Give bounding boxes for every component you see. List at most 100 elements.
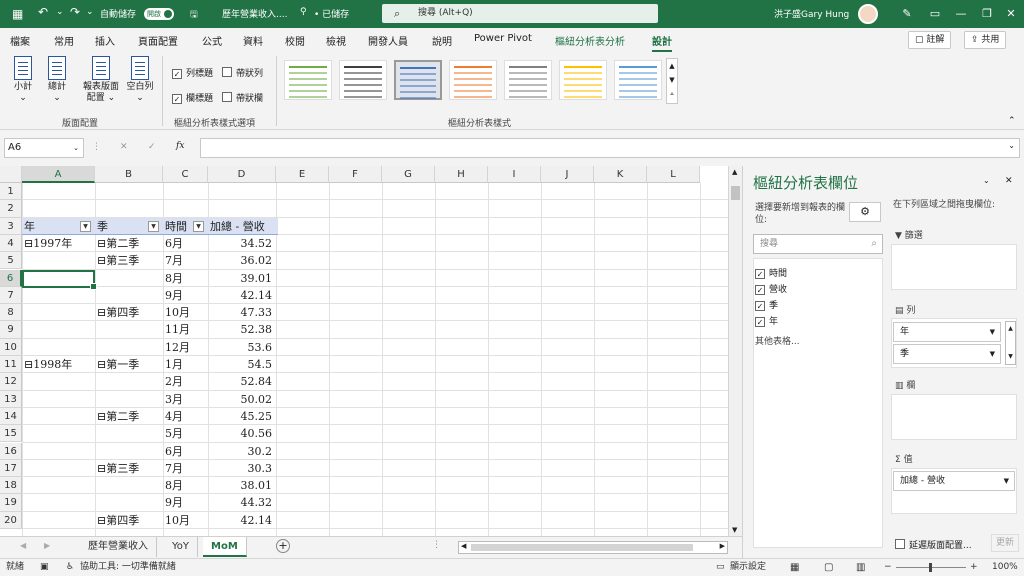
- defer-update-checkbox[interactable]: 延遲版面配置...: [895, 538, 972, 551]
- sheet-tab[interactable]: 歷年營業收入: [80, 537, 157, 557]
- sheet-tab[interactable]: YoY: [164, 537, 199, 557]
- tab-help[interactable]: 說明: [432, 33, 452, 48]
- zoom-out-icon[interactable]: −: [884, 559, 892, 576]
- pivot-cell[interactable]: 9月: [165, 494, 206, 511]
- select-all-corner[interactable]: [0, 166, 22, 183]
- column-header[interactable]: E: [276, 166, 329, 183]
- avatar[interactable]: [858, 4, 878, 24]
- gear-icon[interactable]: ⚙: [849, 202, 881, 222]
- display-settings[interactable]: 顯示設定: [730, 559, 766, 576]
- blank-rows-button[interactable]: 空白列 ⌄: [124, 56, 156, 104]
- pivot-cell[interactable]: ⊟第四季: [97, 304, 161, 321]
- row-header[interactable]: 6: [0, 269, 22, 287]
- row-header[interactable]: 16: [0, 442, 22, 460]
- row-header[interactable]: 12: [0, 373, 22, 391]
- accessibility-status[interactable]: 協助工具: 一切準備就緒: [80, 559, 176, 576]
- row-header[interactable]: 20: [0, 511, 22, 529]
- pivot-cell[interactable]: ⊟1998年: [24, 356, 93, 373]
- undo-dropdown-icon[interactable]: ⌄: [56, 7, 64, 17]
- row-header[interactable]: 3: [0, 217, 22, 235]
- filter-dropdown-icon[interactable]: ▼: [148, 220, 159, 232]
- pivot-cell[interactable]: ⊟第三季: [97, 252, 161, 269]
- tab-design[interactable]: 設計: [652, 33, 672, 52]
- pivot-cell[interactable]: 9月: [165, 287, 206, 304]
- column-header[interactable]: J: [541, 166, 594, 183]
- row-header[interactable]: 19: [0, 494, 22, 512]
- tab-developer[interactable]: 開發人員: [368, 33, 408, 48]
- tab-review[interactable]: 校閱: [285, 33, 305, 48]
- rows-field[interactable]: 年 ▼: [893, 322, 1001, 342]
- row-header[interactable]: 18: [0, 477, 22, 495]
- tab-pivot-analyze[interactable]: 樞紐分析表分析: [555, 33, 625, 48]
- add-sheet-icon[interactable]: +: [276, 539, 290, 553]
- pivot-style-swatch[interactable]: [614, 60, 662, 100]
- pivot-style-swatch[interactable]: [339, 60, 387, 100]
- prev-sheet-icon[interactable]: ◀: [20, 541, 26, 550]
- zoom-thumb[interactable]: [929, 563, 932, 572]
- accessibility-icon[interactable]: ♿: [66, 559, 74, 576]
- tab-power-pivot[interactable]: Power Pivot: [474, 33, 532, 44]
- sensitivity-icon[interactable]: ⚲: [300, 7, 307, 17]
- h-scroll-thumb[interactable]: [471, 544, 693, 551]
- column-header[interactable]: F: [329, 166, 382, 183]
- pivot-cell[interactable]: 40.56: [210, 425, 274, 442]
- filter-dropdown-icon[interactable]: ▼: [80, 220, 91, 232]
- row-header[interactable]: 9: [0, 321, 22, 339]
- pivot-cell[interactable]: 54.5: [210, 356, 274, 373]
- pivot-cell[interactable]: 5月: [165, 425, 206, 442]
- pivot-cell[interactable]: 52.38: [210, 321, 274, 338]
- filter-dropdown-icon[interactable]: ▼: [193, 220, 204, 232]
- redo-icon[interactable]: ↷: [70, 5, 80, 19]
- pivot-cell[interactable]: ⊟第三季: [97, 460, 161, 477]
- report-layout-button[interactable]: 報表版面 配置 ⌄: [80, 56, 122, 104]
- more-tables-link[interactable]: 其他表格...: [755, 334, 800, 347]
- rows-scroll[interactable]: ▲ ▼: [1005, 321, 1016, 365]
- customize-qat-icon[interactable]: ⌄: [86, 7, 94, 17]
- pivot-cell[interactable]: 36.02: [210, 252, 274, 269]
- row-header[interactable]: 4: [0, 234, 22, 253]
- row-header[interactable]: 7: [0, 286, 22, 305]
- pivot-cell[interactable]: 1月: [165, 356, 206, 373]
- minimize-button[interactable]: —: [950, 5, 972, 23]
- pivot-cell[interactable]: 4月: [165, 408, 206, 425]
- column-headers-checkbox[interactable]: ✓ 欄標題: [172, 91, 213, 104]
- row-header[interactable]: 5: [0, 252, 22, 270]
- pivot-cell[interactable]: 10月: [165, 304, 206, 321]
- scroll-right-icon[interactable]: ▶: [720, 542, 725, 550]
- pivot-cell[interactable]: 47.33: [210, 304, 274, 321]
- enter-icon[interactable]: ✓: [148, 142, 156, 152]
- rows-field[interactable]: 季 ▼: [893, 344, 1001, 364]
- worksheet-grid[interactable]: ABCDEFGHIJKL 1 2 3 4 5 6 7 8 9 10 11 12 13 14 15 16 17 18…: [0, 166, 728, 536]
- file-name[interactable]: 歷年營業收入....: [222, 7, 287, 20]
- collapse-ribbon-icon[interactable]: ⌃: [1008, 116, 1016, 126]
- tab-home[interactable]: 常用: [54, 33, 74, 48]
- column-header[interactable]: C: [163, 166, 208, 183]
- column-header[interactable]: A: [22, 166, 95, 183]
- pivot-style-swatch[interactable]: [284, 60, 332, 100]
- grand-totals-button[interactable]: 總計 ⌄: [44, 56, 70, 104]
- column-header[interactable]: G: [382, 166, 435, 183]
- row-header[interactable]: 2: [0, 200, 22, 218]
- pane-options-icon[interactable]: ⌄: [983, 176, 990, 185]
- scroll-down-icon[interactable]: ▼: [732, 526, 737, 534]
- tab-formulas[interactable]: 公式: [202, 33, 222, 48]
- row-header[interactable]: 14: [0, 407, 22, 426]
- pivot-cell[interactable]: ⊟1997年: [24, 235, 93, 252]
- pivot-cell[interactable]: 30.3: [210, 460, 274, 477]
- pivot-cell[interactable]: 45.25: [210, 408, 274, 425]
- pivot-cell[interactable]: 7月: [165, 460, 206, 477]
- row-header[interactable]: 1: [0, 183, 22, 201]
- share-button[interactable]: ⇪ 共用: [964, 31, 1007, 49]
- page-layout-view-icon[interactable]: ▢: [824, 559, 833, 576]
- column-header[interactable]: B: [95, 166, 163, 183]
- pane-close-icon[interactable]: ✕: [1005, 176, 1013, 186]
- banded-rows-checkbox[interactable]: 帶狀列: [222, 66, 263, 79]
- pivot-cell[interactable]: 2月: [165, 373, 206, 390]
- pivot-cell[interactable]: 52.84: [210, 373, 274, 390]
- tab-page-layout[interactable]: 頁面配置: [138, 33, 178, 48]
- field-search-input[interactable]: 搜尋 ⌕: [753, 234, 883, 254]
- columns-area[interactable]: [891, 394, 1017, 440]
- row-header[interactable]: 10: [0, 338, 22, 356]
- scroll-left-icon[interactable]: ◀: [461, 542, 466, 550]
- pivot-cell[interactable]: 6月: [165, 235, 206, 252]
